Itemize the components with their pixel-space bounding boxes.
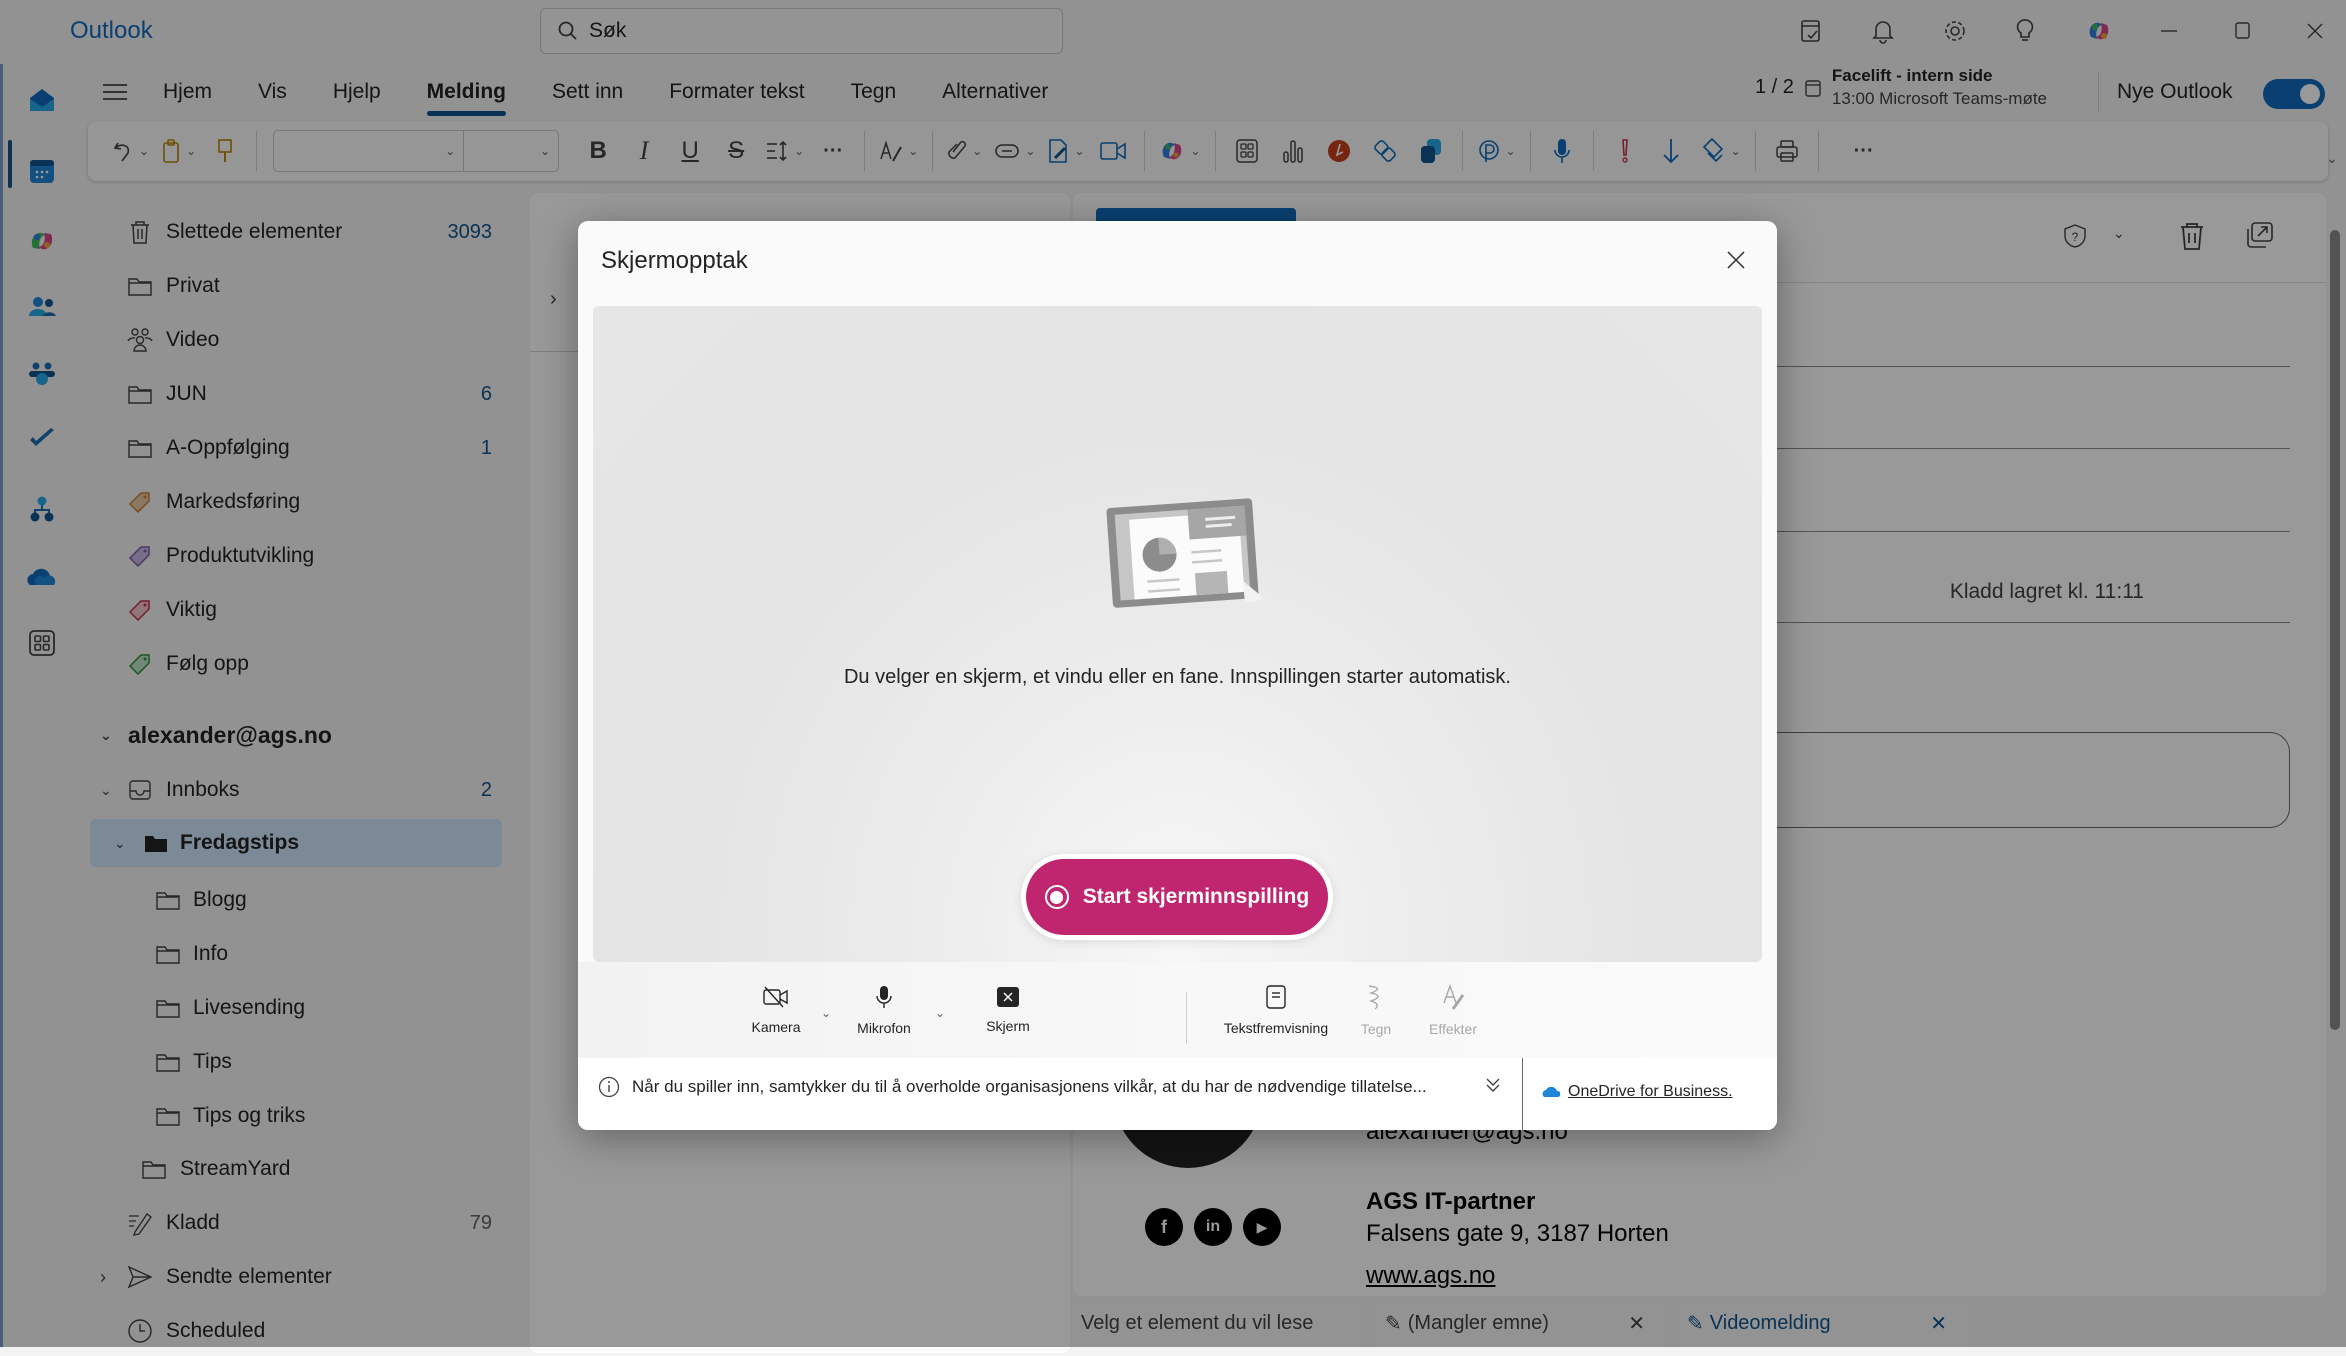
screen-illustration-icon [1093,481,1273,611]
effects-button[interactable]: Effekter [1418,962,1488,1058]
recording-preview-area: Du velger en skjerm, et vindu eller en f… [593,306,1762,962]
dialog-title: Skjermopptak [601,247,748,274]
consent-notice: Når du spiller inn, samtykker du til å o… [598,1076,1427,1098]
close-icon [1727,251,1745,269]
consent-text: Når du spiller inn, samtykker du til å o… [632,1077,1427,1096]
record-icon [1044,885,1069,909]
screen-button[interactable]: Skjerm [978,962,1038,1058]
teleprompter-button[interactable]: Tekstfremvisning [1216,962,1336,1058]
divider [1522,1058,1523,1130]
start-recording-label: Start skjerminnspilling [1082,885,1310,908]
camera-button[interactable]: Kamera [746,962,806,1058]
recording-controls: Kamera ⌄ Mikrofon ⌄ Skjerm Tekstfremvisn… [578,962,1777,1058]
close-dialog-button[interactable] [1721,245,1751,275]
effects-icon [1443,983,1465,1010]
camera-off-icon [763,986,788,1008]
microphone-icon [876,986,892,1008]
dialog-footer: Når du spiller inn, samtykker du til å o… [578,1058,1777,1130]
microphone-button[interactable]: Mikrofon [848,962,920,1058]
onedrive-cloud-icon [1542,1086,1560,1097]
screen-share-icon [997,987,1019,1007]
teleprompter-icon [1266,985,1286,1009]
divider [1186,992,1187,1044]
double-chevron-down-icon [1486,1078,1500,1092]
onedrive-link[interactable]: OneDrive for Business. [1542,1083,1733,1101]
start-recording-button[interactable]: Start skjerminnspilling [1021,854,1333,940]
instruction-text: Du velger en skjerm, et vindu eller en f… [843,666,1511,688]
draw-icon [1368,985,1379,1010]
draw-button[interactable]: Tegn [1351,962,1401,1058]
screen-recording-dialog: Skjermopptak Du velger en skjerm, et vin… [578,221,1777,1130]
info-icon [598,1076,620,1098]
expand-consent-button[interactable] [1484,1076,1502,1094]
camera-options-chevron[interactable]: ⌄ [821,1006,831,1020]
microphone-options-chevron[interactable]: ⌄ [935,1006,945,1020]
